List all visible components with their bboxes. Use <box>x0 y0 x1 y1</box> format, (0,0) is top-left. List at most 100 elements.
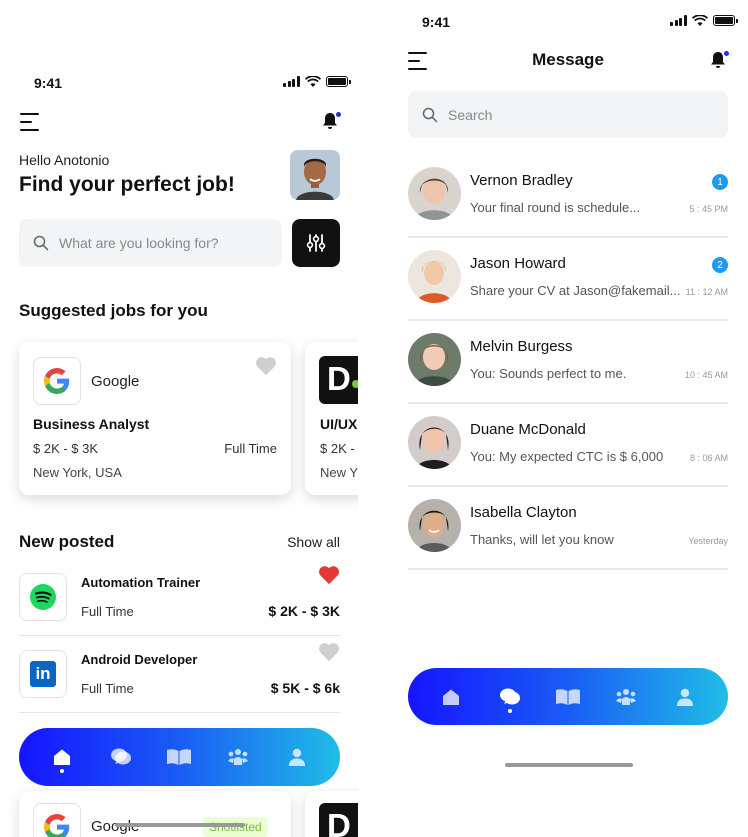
home-indicator <box>505 763 633 767</box>
tab-community[interactable] <box>220 739 256 775</box>
job-search-input[interactable]: What are you looking for? <box>19 219 282 267</box>
message-time: 11 : 12 AM <box>685 287 728 297</box>
tab-community[interactable] <box>608 679 644 715</box>
tab-messages[interactable] <box>103 739 139 775</box>
contact-name: Vernon Bradley <box>470 172 573 189</box>
contact-name: Melvin Burgess <box>470 338 573 355</box>
battery-icon <box>325 76 351 87</box>
contact-name: Jason Howard <box>470 255 566 272</box>
unread-badge: 1 <box>712 174 728 190</box>
battery-icon <box>712 15 738 26</box>
book-icon <box>167 749 192 765</box>
chat-icon <box>110 748 131 765</box>
message-search-input[interactable]: Search <box>408 91 728 138</box>
profile-icon <box>288 748 305 766</box>
tab-home[interactable] <box>44 739 80 775</box>
logo-letter: D <box>327 360 351 397</box>
bottom-tab-bar <box>408 668 728 725</box>
notification-dot <box>723 50 730 57</box>
applied-job-card[interactable]: D <box>305 791 358 837</box>
conversation-item[interactable]: Melvin Burgess You: Sounds perfect to me… <box>408 321 728 404</box>
linkedin-logo: in <box>19 650 67 698</box>
suggested-job-card[interactable]: D UI/UX $ 2K - New Y <box>305 342 358 495</box>
job-salary: $ 2K - $ 3K <box>268 603 340 619</box>
message-preview: You: Sounds perfect to me. <box>470 366 627 381</box>
avatar <box>408 499 461 552</box>
conversation-item[interactable]: Jason Howard Share your CV at Jason@fake… <box>408 238 728 321</box>
chat-icon <box>499 688 520 704</box>
conversation-item[interactable]: Isabella Clayton Thanks, will let you kn… <box>408 487 728 570</box>
notification-button[interactable] <box>708 50 730 72</box>
job-title: Android Developer <box>81 652 198 667</box>
filter-icon <box>306 234 326 252</box>
tab-profile[interactable] <box>667 679 703 715</box>
logo-letter: D <box>327 807 351 837</box>
book-icon <box>555 688 580 705</box>
signal-icon <box>670 15 687 26</box>
filter-button[interactable] <box>292 219 340 267</box>
avatar <box>408 416 461 469</box>
status-badge: Shotlisted <box>203 817 268 837</box>
new-posted-title: New posted <box>19 532 115 551</box>
message-time: Yesterday <box>688 536 728 546</box>
suggested-job-card[interactable]: Google Business Analyst $ 2K - $ 3K Full… <box>19 342 291 495</box>
job-title: Automation Trainer <box>81 575 201 590</box>
menu-icon[interactable] <box>20 113 39 131</box>
greeting: Hello Anotonio <box>19 152 110 168</box>
message-time: 10 : 45 AM <box>684 370 728 380</box>
job-salary: $ 2K - $ 3K <box>33 441 99 456</box>
search-icon <box>422 107 438 122</box>
company-name: Google <box>91 373 140 390</box>
heart-filled-icon[interactable] <box>318 565 340 585</box>
user-avatar[interactable] <box>290 150 340 200</box>
applied-job-card[interactable]: Google Shotlisted <box>19 791 291 837</box>
message-time: 8 : 06 AM <box>689 453 728 463</box>
linkedin-mark: in <box>30 661 56 687</box>
messages-screen: 9:41 Message Search Vernon Bradley Your … <box>388 0 748 837</box>
conversation-item[interactable]: Vernon Bradley Your final round is sched… <box>408 155 728 238</box>
job-location: New Y <box>320 465 358 480</box>
spotify-logo <box>19 573 67 621</box>
search-placeholder: What are you looking for? <box>59 235 219 251</box>
home-icon <box>443 689 460 705</box>
avatar <box>408 333 461 386</box>
status-time: 9:41 <box>34 75 63 91</box>
heart-icon[interactable] <box>255 356 277 376</box>
wifi-icon <box>304 76 321 87</box>
search-icon <box>33 235 49 251</box>
job-location: New York, USA <box>33 465 122 480</box>
job-title: Business Analyst <box>33 416 150 432</box>
tab-library[interactable] <box>550 679 586 715</box>
tab-messages[interactable] <box>492 679 528 715</box>
community-icon <box>616 688 637 705</box>
home-screen: 9:41 Hello Anotonio Find your perfect jo… <box>0 0 358 837</box>
message-preview: Your final round is schedule... <box>470 200 641 215</box>
tab-library[interactable] <box>161 739 197 775</box>
notification-button[interactable] <box>320 111 342 133</box>
profile-icon <box>676 688 693 706</box>
job-title: UI/UX <box>320 416 358 432</box>
job-salary: $ 2K - <box>320 441 355 456</box>
tab-home[interactable] <box>433 679 469 715</box>
contact-name: Duane McDonald <box>470 421 586 438</box>
contact-name: Isabella Clayton <box>470 504 577 521</box>
job-list-item[interactable]: in Android Developer Full Time $ 5K - $ … <box>19 636 340 713</box>
suggested-jobs-title: Suggested jobs for you <box>19 301 208 320</box>
heart-icon[interactable] <box>318 642 340 662</box>
message-time: 5 : 45 PM <box>689 204 728 214</box>
tab-profile[interactable] <box>279 739 315 775</box>
active-indicator <box>507 708 512 713</box>
home-indicator <box>115 823 245 827</box>
job-type: Full Time <box>224 441 277 456</box>
conversation-item[interactable]: Duane McDonald You: My expected CTC is $… <box>408 404 728 487</box>
job-type: Full Time <box>81 604 134 619</box>
show-all-link[interactable]: Show all <box>287 534 340 550</box>
community-icon <box>228 749 249 765</box>
logo-dot <box>352 380 358 388</box>
unread-badge: 2 <box>712 257 728 273</box>
job-list-item[interactable]: Automation Trainer Full Time $ 2K - $ 3K <box>19 559 340 636</box>
home-icon <box>54 749 71 765</box>
google-logo <box>33 357 81 405</box>
wifi-icon <box>691 15 708 26</box>
google-logo <box>33 803 81 837</box>
